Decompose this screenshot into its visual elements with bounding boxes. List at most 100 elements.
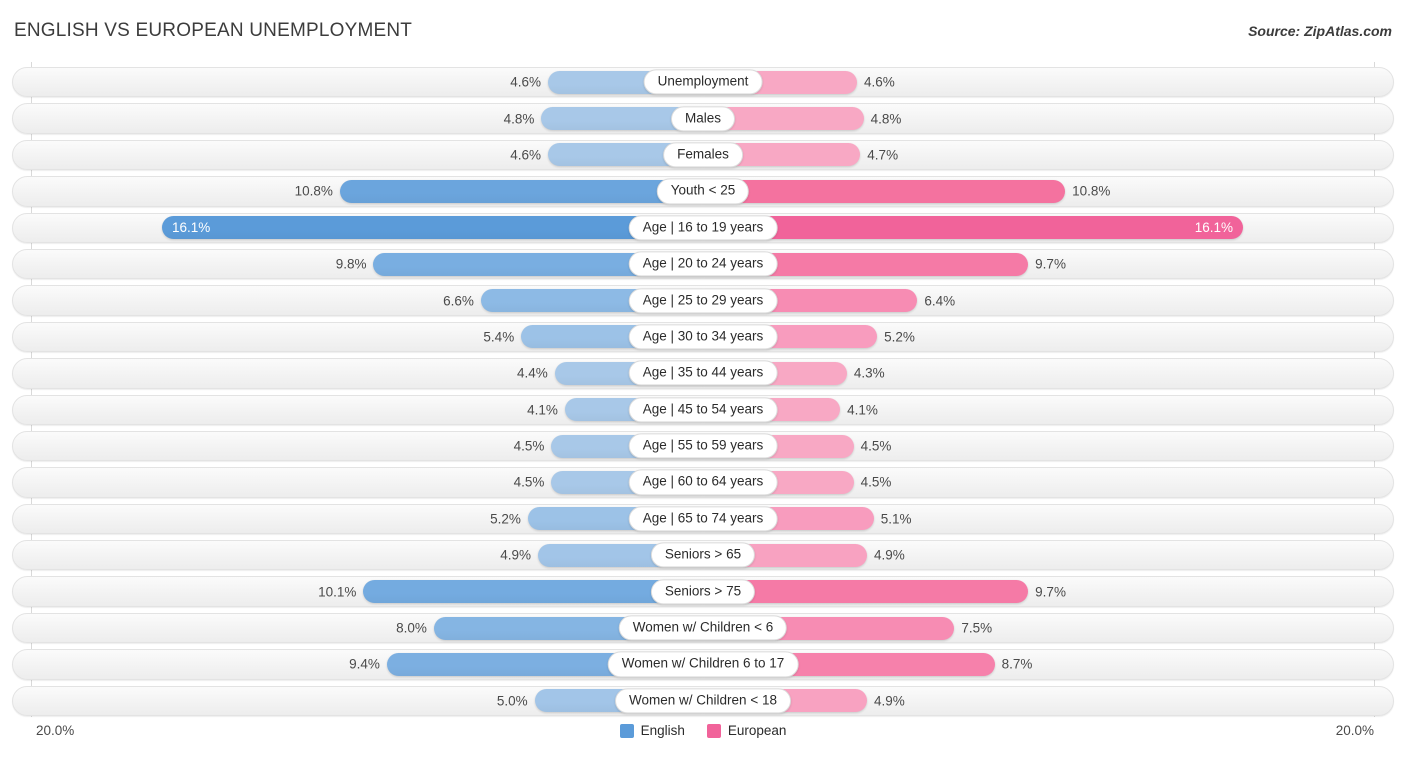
right-half: 9.7% — [702, 246, 1375, 282]
bar-value-english: 4.9% — [500, 547, 531, 563]
bar-value-english: 8.0% — [396, 620, 427, 636]
chart-plot-area: 4.6% 4.6% Unemployment 4.8% 4.8% Males 4.6% 4.7… — [0, 62, 1406, 717]
left-half: 4.5% — [31, 428, 703, 464]
legend-item[interactable]: European — [706, 723, 787, 738]
category-label: Women w/ Children < 18 — [615, 688, 791, 714]
table-row: 4.9% 4.9% Seniors > 65 — [0, 537, 1406, 573]
category-label: Age | 65 to 74 years — [628, 506, 778, 532]
bar-value-european: 7.5% — [961, 620, 993, 636]
bar-value-european: 4.9% — [874, 547, 905, 563]
left-half: 5.2% — [31, 501, 703, 537]
left-half: 9.8% — [31, 246, 703, 282]
category-label: Age | 16 to 19 years — [628, 215, 778, 241]
left-half: 9.4% — [31, 646, 703, 682]
bar-value-european: 9.7% — [1035, 584, 1066, 600]
bar-value-english: 5.0% — [496, 693, 528, 709]
left-half: 4.6% — [31, 64, 703, 100]
left-half: 4.4% — [31, 355, 703, 391]
bar-value-english: 4.8% — [503, 111, 535, 127]
table-row: 5.0% 4.9% Women w/ Children < 18 — [0, 683, 1406, 719]
right-half: 4.1% — [702, 392, 1375, 428]
bar-value-english: 4.6% — [510, 74, 542, 90]
bar-value-english: 4.1% — [527, 402, 558, 418]
bar-value-european: 4.5% — [860, 438, 892, 454]
table-row: 16.1% 16.1% Age | 16 to 19 years — [0, 210, 1406, 246]
table-row: 10.8% 10.8% Youth < 25 — [0, 173, 1406, 209]
right-half: 5.1% — [702, 501, 1375, 537]
chart-legend: English European — [0, 723, 1406, 738]
right-half: 4.6% — [702, 64, 1375, 100]
bar-value-european: 5.1% — [880, 511, 912, 527]
category-label: Age | 25 to 29 years — [628, 287, 778, 314]
bar-english[interactable]: 10.8% — [295, 179, 703, 203]
right-half: 4.9% — [702, 683, 1375, 719]
table-row: 4.5% 4.5% Age | 60 to 64 years — [0, 464, 1406, 500]
left-half: 8.0% — [31, 610, 703, 646]
table-row: 9.8% 9.7% Age | 20 to 24 years — [0, 246, 1406, 282]
table-row: 4.6% 4.6% Unemployment — [0, 64, 1406, 100]
bar-value-english: 10.8% — [294, 183, 333, 199]
right-half: 16.1% — [702, 210, 1375, 246]
right-half: 8.7% — [702, 646, 1375, 682]
bar-value-english: 5.4% — [483, 329, 515, 345]
legend-label: European — [727, 723, 787, 738]
table-row: 6.6% 6.4% Age | 25 to 29 years — [0, 282, 1406, 318]
bar-value-european: 4.7% — [867, 147, 899, 163]
legend-swatch-icon — [619, 723, 634, 738]
category-label: Seniors > 65 — [650, 542, 756, 568]
table-row: 4.8% 4.8% Males — [0, 100, 1406, 136]
left-half: 4.1% — [31, 392, 703, 428]
right-half: 10.8% — [702, 173, 1375, 209]
table-row: 5.4% 5.2% Age | 30 to 34 years — [0, 319, 1406, 355]
bar-value-european: 6.4% — [924, 293, 956, 309]
bar-value-english: 4.4% — [517, 365, 548, 381]
right-half: 4.8% — [702, 100, 1375, 136]
left-half: 6.6% — [31, 282, 703, 318]
left-half: 4.5% — [31, 464, 703, 500]
table-row: 4.5% 4.5% Age | 55 to 59 years — [0, 428, 1406, 464]
category-label: Males — [670, 105, 736, 132]
right-half: 4.5% — [702, 464, 1375, 500]
table-row: 9.4% 8.7% Women w/ Children 6 to 17 — [0, 646, 1406, 682]
category-label: Age | 60 to 64 years — [628, 469, 778, 496]
table-row: 5.2% 5.1% Age | 65 to 74 years — [0, 501, 1406, 537]
legend-label: English — [640, 723, 685, 738]
right-half: 9.7% — [702, 573, 1375, 609]
legend-item[interactable]: English — [619, 723, 685, 738]
bar-value-european: 4.1% — [847, 402, 878, 418]
left-half: 16.1% — [31, 210, 703, 246]
category-label: Age | 45 to 54 years — [628, 397, 778, 423]
right-half: 5.2% — [702, 319, 1375, 355]
category-label: Females — [663, 142, 743, 168]
category-label: Age | 35 to 44 years — [628, 360, 778, 386]
bar-value-english: 9.8% — [335, 256, 367, 272]
left-half: 4.6% — [31, 137, 703, 173]
bar-value-european: 4.3% — [853, 365, 885, 381]
table-row: 4.1% 4.1% Age | 45 to 54 years — [0, 392, 1406, 428]
left-half: 10.8% — [31, 173, 703, 209]
chart-footer: 20.0% 20.0% English European — [0, 717, 1406, 757]
bar-value-european: 8.7% — [1001, 656, 1033, 672]
left-half: 4.8% — [31, 100, 703, 136]
bar-value-english: 4.6% — [510, 147, 542, 163]
bar-english[interactable]: 16.1% — [162, 216, 703, 240]
bar-european[interactable]: 16.1% — [702, 216, 1244, 240]
bar-value-english: 4.5% — [513, 438, 545, 454]
table-row: 4.6% 4.7% Females — [0, 137, 1406, 173]
bar-value-european-inside: 16.1% — [1194, 220, 1234, 236]
table-row: 4.4% 4.3% Age | 35 to 44 years — [0, 355, 1406, 391]
right-half: 6.4% — [702, 282, 1375, 318]
left-half: 5.4% — [31, 319, 703, 355]
table-row: 8.0% 7.5% Women w/ Children < 6 — [0, 610, 1406, 646]
bar-value-european: 5.2% — [884, 329, 915, 345]
bar-value-european: 4.6% — [863, 74, 895, 90]
left-half: 10.1% — [31, 573, 703, 609]
category-label: Seniors > 75 — [650, 579, 756, 605]
category-label: Women w/ Children 6 to 17 — [607, 651, 799, 678]
bar-european[interactable]: 10.8% — [702, 179, 1110, 203]
category-label: Unemployment — [643, 69, 763, 95]
category-label: Women w/ Children < 6 — [618, 615, 788, 641]
bar-value-european: 9.7% — [1035, 256, 1066, 272]
source-attribution: Source: ZipAtlas.com — [1248, 23, 1392, 39]
category-label: Age | 30 to 34 years — [628, 324, 778, 350]
